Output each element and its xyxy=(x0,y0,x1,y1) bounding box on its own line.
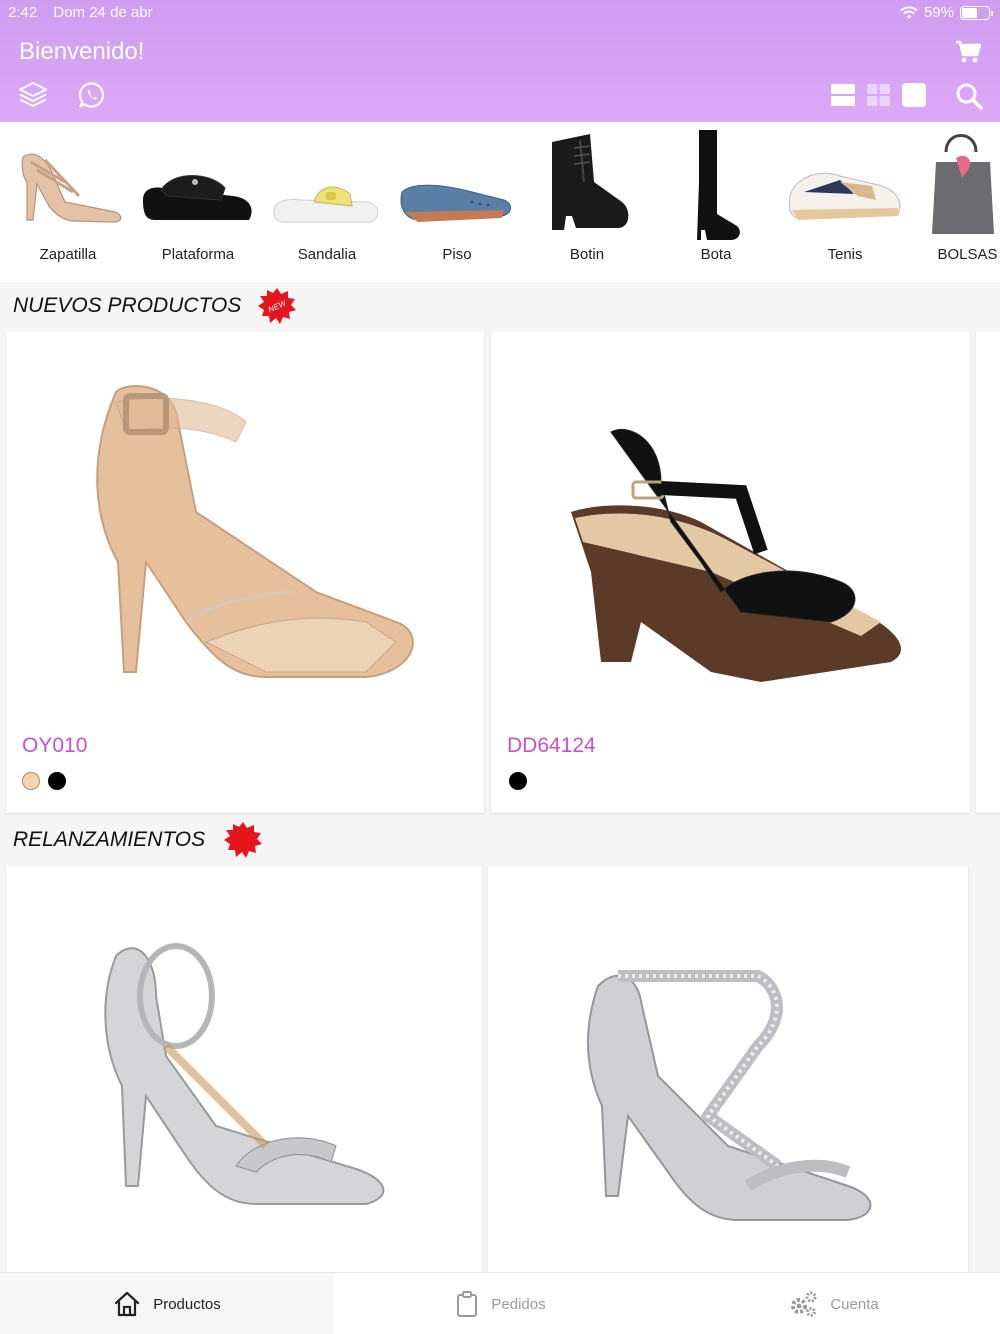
category-label: Zapatilla xyxy=(39,246,97,263)
grid-view-icon[interactable] xyxy=(867,84,890,106)
layers-icon[interactable] xyxy=(18,80,48,110)
tab-bar: Productos Pedidos Cuenta xyxy=(0,1272,1000,1334)
category-bolsas[interactable]: BOLSAS D xyxy=(910,122,1000,282)
product-card[interactable]: OY010 xyxy=(6,332,484,813)
status-bar: 2:42 Dom 24 de abr 59% xyxy=(8,4,993,22)
product-card[interactable]: DD64124 xyxy=(491,332,970,813)
category-sandalia[interactable]: Sandalia xyxy=(262,122,392,282)
product-card-partial[interactable] xyxy=(976,332,1000,813)
category-label: Sandalia xyxy=(297,246,357,263)
category-label: BOLSAS D xyxy=(937,246,1000,263)
sandal-image xyxy=(273,186,379,223)
color-swatch[interactable] xyxy=(48,772,66,790)
category-label: Plataforma xyxy=(161,246,235,263)
page-title: Bienvenido! xyxy=(19,38,145,65)
search-icon[interactable] xyxy=(955,82,983,110)
tab-cuenta[interactable]: Cuenta xyxy=(667,1273,1000,1334)
category-strip: Zapatilla Plataforma Sandalia Piso Botin… xyxy=(0,122,1000,282)
category-tenis[interactable]: Tenis xyxy=(780,122,910,282)
new-badge-icon: NEW xyxy=(258,288,296,324)
category-label: Piso xyxy=(442,246,472,263)
gears-icon xyxy=(791,1291,817,1317)
product-code: OY010 xyxy=(22,734,88,757)
clipboard-icon xyxy=(457,1291,478,1317)
color-swatch[interactable] xyxy=(22,772,40,790)
tall-boot-image xyxy=(697,130,740,240)
product-image xyxy=(587,970,872,1221)
home-icon xyxy=(115,1291,140,1317)
wifi-icon xyxy=(900,5,918,19)
product-image xyxy=(571,429,901,682)
battery-icon xyxy=(960,5,993,20)
product-card[interactable] xyxy=(488,866,968,1286)
cart-icon[interactable] xyxy=(955,40,981,64)
category-piso[interactable]: Piso xyxy=(392,122,522,282)
product-code: DD64124 xyxy=(507,734,596,757)
product-card[interactable] xyxy=(6,866,482,1286)
sneaker-image xyxy=(788,172,901,220)
tab-label: Productos xyxy=(153,1295,221,1313)
category-plataforma[interactable]: Plataforma xyxy=(133,122,263,282)
tab-label: Cuenta xyxy=(830,1295,879,1313)
category-bota[interactable]: Bota xyxy=(651,122,781,282)
category-zapatilla[interactable]: Zapatilla xyxy=(3,122,133,282)
tab-productos[interactable]: Productos xyxy=(0,1273,334,1334)
product-image xyxy=(104,943,385,1205)
product-image xyxy=(96,385,414,678)
category-label: Botin xyxy=(569,246,605,263)
ankle-boot-image xyxy=(552,134,629,230)
tab-pedidos[interactable]: Pedidos xyxy=(334,1273,667,1334)
color-swatch[interactable] xyxy=(509,772,527,790)
tab-label: Pedidos xyxy=(491,1295,546,1313)
single-view-icon[interactable] xyxy=(902,83,926,107)
whatsapp-icon[interactable] xyxy=(78,81,106,109)
status-date: Dom 24 de abr xyxy=(53,4,153,21)
handbag-image xyxy=(932,134,994,234)
list-view-icon[interactable] xyxy=(831,84,855,106)
category-label: Bota xyxy=(700,246,732,263)
flat-shoe-image xyxy=(400,184,511,222)
category-botin[interactable]: Botin xyxy=(522,122,652,282)
burst-badge-icon xyxy=(224,822,262,858)
battery-percent: 59% xyxy=(923,4,954,21)
platform-sandal-image xyxy=(143,175,252,220)
category-label: Tenis xyxy=(827,246,863,263)
section-title-relaunch: RELANZAMIENTOS xyxy=(13,828,206,851)
status-time: 2:42 xyxy=(8,4,38,21)
heel-image xyxy=(21,153,122,223)
section-title-new: NUEVOS PRODUCTOS xyxy=(13,294,242,317)
app-header: 2:42 Dom 24 de abr 59% Bienvenido! xyxy=(0,0,1000,122)
